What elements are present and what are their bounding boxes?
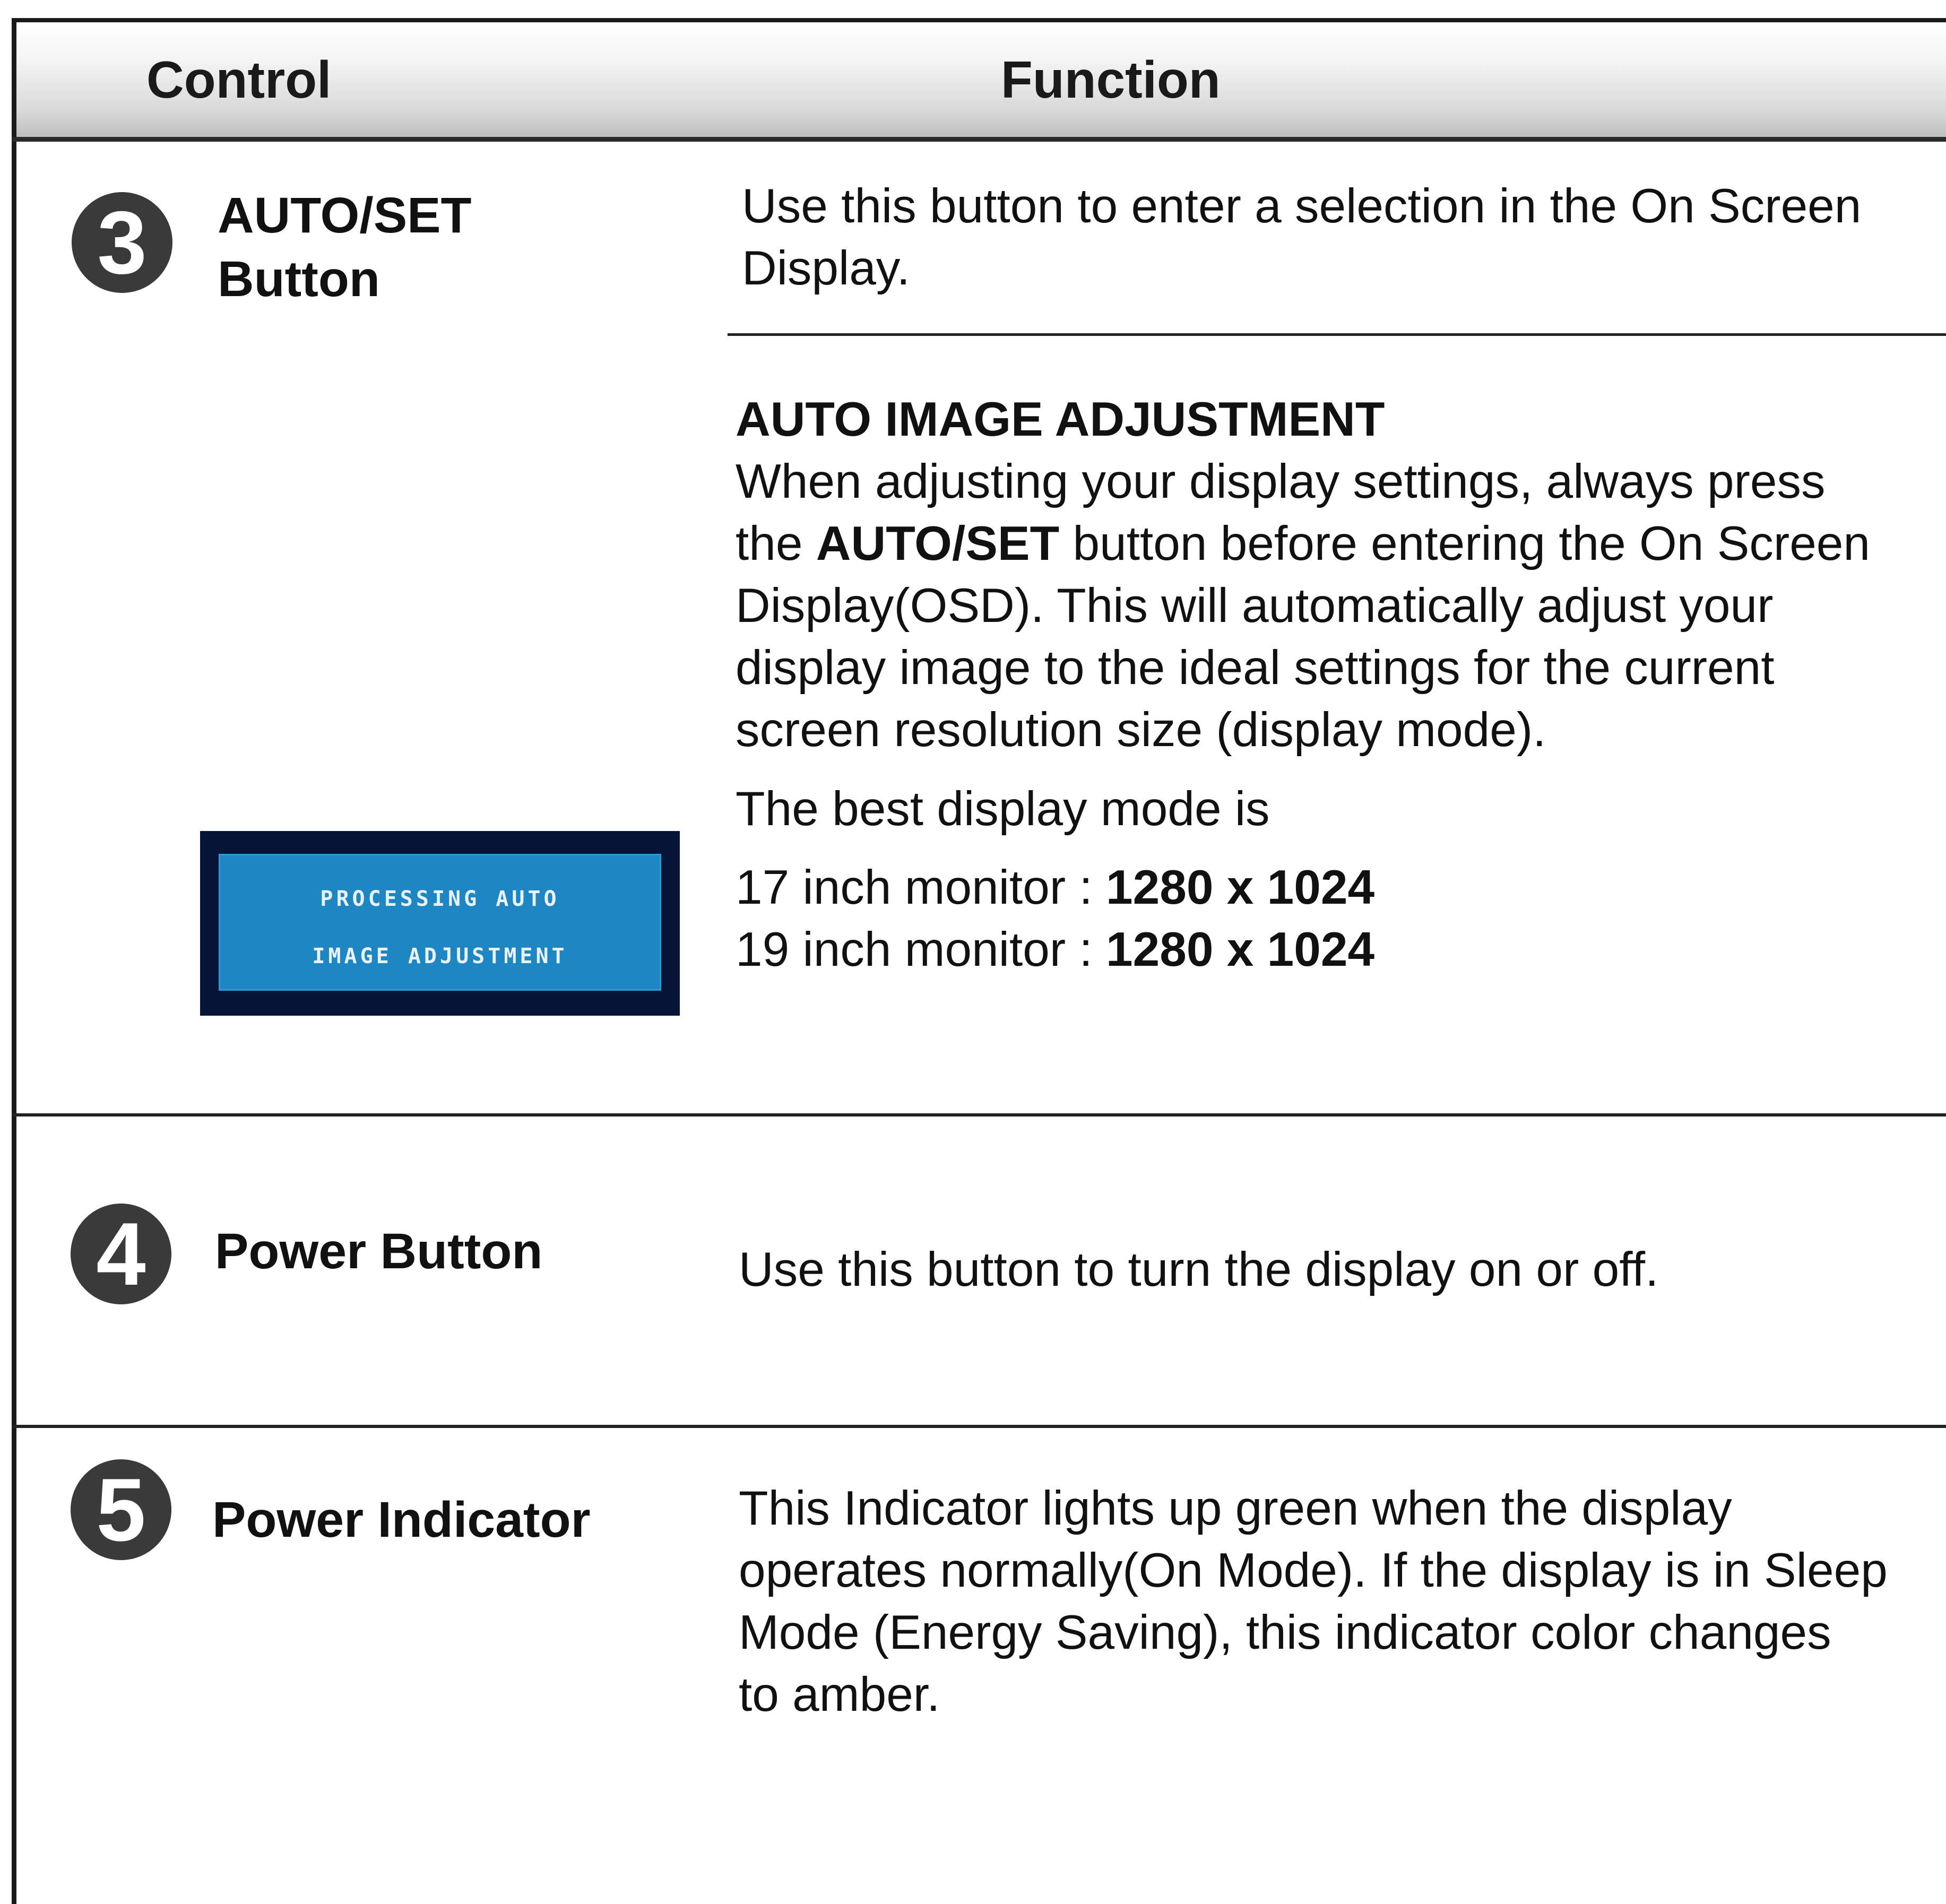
- function-line: operates normally(On Mode). If the displ…: [739, 1544, 1888, 1597]
- function-line: Display(OSD). This will automatically ad…: [736, 579, 1774, 633]
- display-mode-list: 17 inch monitor : 1280 x 1024 19 inch mo…: [736, 856, 1374, 981]
- control-label-power-indicator: Power Indicator: [212, 1492, 591, 1548]
- column-header-function: Function: [1001, 50, 1221, 109]
- mode-value: 1280 x 1024: [1106, 861, 1375, 914]
- control-label-line: AUTO/SET: [218, 187, 472, 244]
- sub-row-divider: [728, 333, 1946, 336]
- row-divider: [12, 1113, 1946, 1117]
- osd-message-line: PROCESSING AUTO: [320, 887, 560, 911]
- osd-message-line: IMAGE ADJUSTMENT: [312, 944, 568, 968]
- auto-set-emphasis: AUTO/SET: [816, 517, 1060, 570]
- function-line: When adjusting your display settings, al…: [736, 455, 1826, 508]
- function-text-auto-set: Use this button to enter a selection in …: [742, 175, 1861, 299]
- number-4-circle-icon: 4: [71, 1204, 171, 1304]
- header-divider: [12, 137, 1946, 142]
- display-mode-19-inch: 19 inch monitor : 1280 x 1024: [736, 919, 1374, 981]
- mode-label: 19 inch monitor :: [736, 923, 1106, 976]
- function-line: screen resolution size (display mode).: [736, 703, 1546, 757]
- function-line: This Indicator lights up green when the …: [739, 1482, 1732, 1535]
- control-label-auto-set: AUTO/SET Button: [218, 184, 472, 311]
- control-label-line: Button: [218, 251, 380, 307]
- control-label-power-button: Power Button: [215, 1223, 543, 1279]
- text-fragment: button before entering the On Screen: [1059, 517, 1871, 570]
- function-line: the AUTO/SET button before entering the …: [736, 513, 1870, 575]
- control-function-table: Control Function 3 AUTO/SET Button Use t…: [0, 0, 1946, 1904]
- mode-label: 17 inch monitor :: [736, 861, 1106, 914]
- column-header-control: Control: [146, 50, 332, 109]
- function-line: Mode (Energy Saving), this indicator col…: [739, 1606, 1831, 1659]
- text-fragment: the: [736, 517, 816, 570]
- best-display-mode-text: The best display mode is: [736, 782, 1270, 836]
- function-line: Display.: [742, 241, 910, 295]
- mode-value: 1280 x 1024: [1106, 923, 1375, 976]
- number-5-circle-icon: 5: [71, 1459, 171, 1560]
- function-line: display image to the ideal settings for …: [736, 641, 1775, 695]
- table-top-border: [12, 18, 1946, 22]
- function-line: Use this button to enter a selection in …: [742, 179, 1862, 233]
- auto-image-adjustment-title: AUTO IMAGE ADJUSTMENT: [736, 393, 1385, 446]
- osd-message-panel: PROCESSING AUTO IMAGE ADJUSTMENT: [219, 854, 661, 991]
- table-left-border: [12, 18, 16, 1904]
- osd-processing-message: PROCESSING AUTO IMAGE ADJUSTMENT: [200, 831, 680, 1016]
- function-text-power-indicator: This Indicator lights up green when the …: [739, 1477, 1888, 1726]
- row-divider: [12, 1425, 1946, 1428]
- number-3-circle-icon: 3: [72, 192, 172, 293]
- function-line: to amber.: [739, 1668, 940, 1721]
- function-text-power-button: Use this button to turn the display on o…: [739, 1243, 1659, 1296]
- display-mode-17-inch: 17 inch monitor : 1280 x 1024: [736, 856, 1374, 919]
- auto-image-adjustment-text: AUTO IMAGE ADJUSTMENT When adjusting you…: [736, 388, 1870, 761]
